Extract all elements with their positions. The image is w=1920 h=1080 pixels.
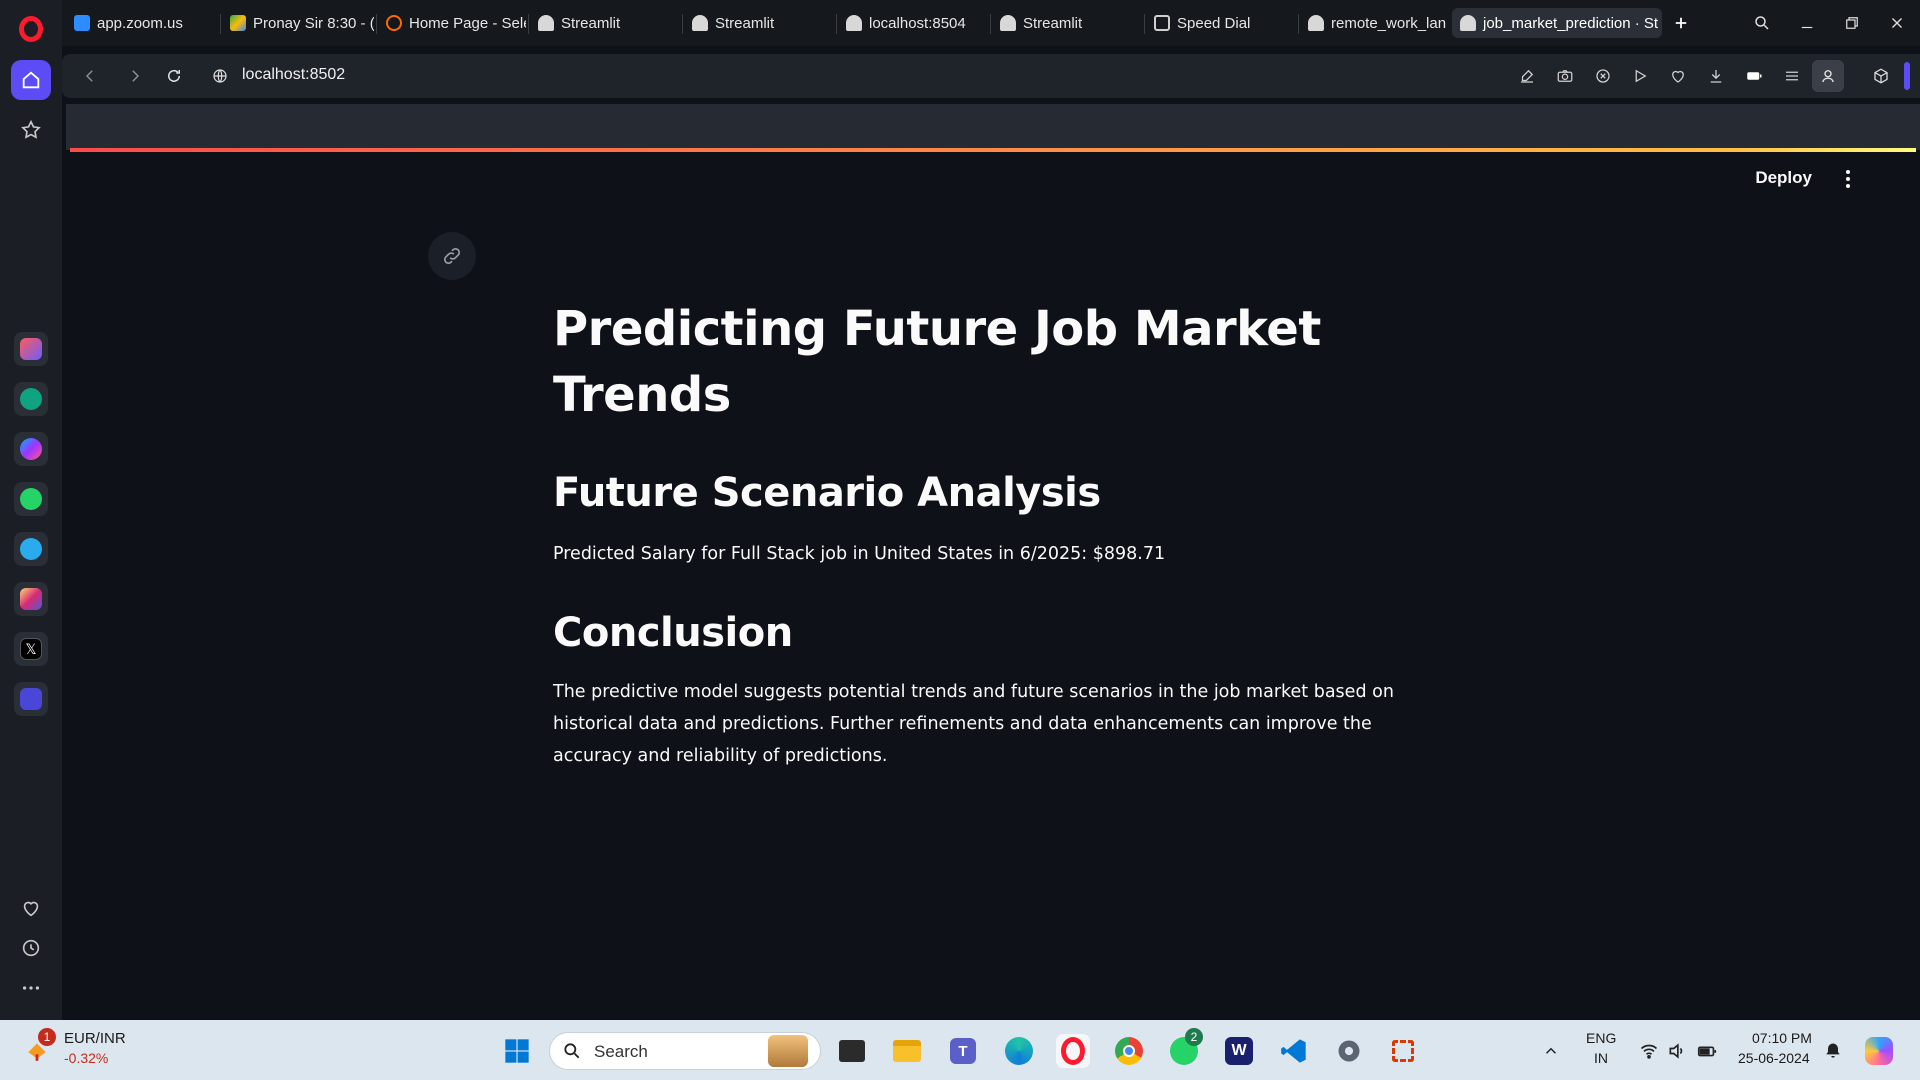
tab-item[interactable]: Streamlit bbox=[684, 8, 834, 38]
tab-strip: app.zoom.us Pronay Sir 8:30 - ( Home Pag… bbox=[62, 0, 1920, 46]
home-icon[interactable] bbox=[11, 60, 51, 100]
aria-ai-icon[interactable] bbox=[14, 332, 48, 366]
opera-logo-icon[interactable] bbox=[19, 16, 43, 42]
tab-item[interactable]: Streamlit bbox=[992, 8, 1142, 38]
messenger-icon[interactable] bbox=[14, 432, 48, 466]
section-heading-future-scenario: Future Scenario Analysis bbox=[553, 470, 1101, 516]
windows-start-icon[interactable] bbox=[500, 1034, 534, 1068]
ticker-name[interactable]: EUR/INR bbox=[64, 1030, 126, 1047]
webex-icon[interactable]: W bbox=[1222, 1034, 1256, 1068]
tab-item-active[interactable]: job_market_prediction · St bbox=[1452, 8, 1662, 38]
easy-setup-icon[interactable] bbox=[1781, 65, 1803, 87]
opera-sidebar: 𝕏 bbox=[0, 0, 62, 1020]
settings-gear-icon[interactable] bbox=[1332, 1034, 1366, 1068]
clock-date: 25-06-2024 bbox=[1738, 1050, 1810, 1066]
url-field[interactable]: localhost:8502 bbox=[242, 66, 345, 84]
file-explorer-icon[interactable] bbox=[890, 1034, 924, 1068]
sidebar-toggle-indicator[interactable] bbox=[1904, 62, 1910, 90]
volume-icon[interactable] bbox=[1664, 1034, 1690, 1068]
whatsapp-badge: 2 bbox=[1185, 1028, 1203, 1046]
profile-avatar-icon[interactable] bbox=[1812, 60, 1844, 92]
notification-bell-icon[interactable] bbox=[1820, 1034, 1846, 1068]
streamlit-favicon-icon bbox=[538, 15, 554, 31]
streamlit-favicon-icon bbox=[692, 15, 708, 31]
zoom-favicon-icon bbox=[74, 15, 90, 31]
language-indicator[interactable]: ENG bbox=[1586, 1030, 1616, 1046]
tab-item[interactable]: Streamlit bbox=[530, 8, 680, 38]
section-heading-conclusion: Conclusion bbox=[553, 610, 793, 656]
tab-search-icon[interactable] bbox=[1749, 10, 1775, 36]
edge-browser-icon[interactable] bbox=[1002, 1034, 1036, 1068]
conclusion-text: The predictive model suggests potential … bbox=[553, 682, 1394, 766]
favorites-heart-icon[interactable] bbox=[11, 888, 51, 928]
windows-taskbar: 1 EUR/INR -0.32% Search T 2 W ENG IN 07:… bbox=[0, 1020, 1920, 1080]
battery-saver-icon[interactable] bbox=[1743, 65, 1765, 87]
snipping-tool-icon[interactable] bbox=[1386, 1034, 1420, 1068]
x-twitter-icon[interactable]: 𝕏 bbox=[14, 632, 48, 666]
clock-time[interactable]: 07:10 PM bbox=[1752, 1030, 1812, 1046]
download-icon[interactable] bbox=[1705, 65, 1727, 87]
streamlit-favicon-icon bbox=[846, 15, 862, 31]
taskbar-search-input[interactable]: Search bbox=[549, 1032, 821, 1070]
drive-favicon-icon bbox=[230, 15, 246, 31]
tab-item[interactable]: Pronay Sir 8:30 - ( bbox=[222, 8, 374, 38]
address-bar: localhost:8502 bbox=[62, 54, 1920, 98]
extensions-cube-icon[interactable] bbox=[1870, 65, 1892, 87]
tab-item[interactable]: remote_work_lan bbox=[1300, 8, 1450, 38]
site-info-globe-icon[interactable] bbox=[208, 64, 232, 88]
more-dots-icon[interactable] bbox=[11, 968, 51, 1008]
teams-icon[interactable]: T bbox=[946, 1034, 980, 1068]
tab-item[interactable]: Speed Dial bbox=[1146, 8, 1296, 38]
task-view-icon[interactable] bbox=[835, 1034, 869, 1068]
forward-arrow-icon[interactable] bbox=[123, 64, 147, 88]
main-content: Predicting Future Job Market Trends Futu… bbox=[553, 296, 1433, 772]
tab-item[interactable]: Home Page - Sele bbox=[378, 8, 526, 38]
whatsapp-icon[interactable] bbox=[14, 482, 48, 516]
tab-item[interactable]: localhost:8504 bbox=[838, 8, 988, 38]
streamlit-header bbox=[66, 104, 1920, 150]
close-window-icon[interactable] bbox=[1884, 10, 1910, 36]
streamlit-favicon-icon bbox=[1308, 15, 1324, 31]
instagram-icon[interactable] bbox=[14, 582, 48, 616]
search-placeholder: Search bbox=[594, 1042, 648, 1061]
adblock-shield-icon[interactable] bbox=[1592, 65, 1614, 87]
copilot-icon[interactable] bbox=[1862, 1034, 1896, 1068]
player-play-icon[interactable] bbox=[1629, 65, 1651, 87]
music-player-icon[interactable] bbox=[14, 682, 48, 716]
streamlit-favicon-icon bbox=[1460, 15, 1476, 31]
my-flow-heart-icon[interactable] bbox=[1667, 65, 1689, 87]
streamlit-favicon-icon bbox=[1000, 15, 1016, 31]
telegram-icon[interactable] bbox=[14, 532, 48, 566]
restore-window-icon[interactable] bbox=[1839, 10, 1865, 36]
back-arrow-icon[interactable] bbox=[78, 64, 102, 88]
speed-dial-grid-icon bbox=[1154, 15, 1170, 31]
ticker-badge: 1 bbox=[38, 1028, 56, 1046]
show-hidden-icons-chevron-icon[interactable] bbox=[1538, 1034, 1564, 1068]
vscode-icon[interactable] bbox=[1277, 1034, 1311, 1068]
page-title: Predicting Future Job Market Trends bbox=[553, 301, 1321, 423]
wifi-icon[interactable] bbox=[1636, 1034, 1662, 1068]
battery-icon[interactable] bbox=[1694, 1034, 1720, 1068]
tab-item[interactable]: app.zoom.us bbox=[66, 8, 216, 38]
deploy-button[interactable]: Deploy bbox=[1755, 168, 1812, 188]
streamlit-decoration-bar bbox=[70, 148, 1916, 152]
search-highlight-image bbox=[768, 1035, 808, 1067]
history-clock-icon[interactable] bbox=[11, 928, 51, 968]
edit-page-icon[interactable] bbox=[1516, 65, 1538, 87]
main-menu-kebab-icon[interactable] bbox=[1840, 170, 1856, 188]
reload-icon[interactable] bbox=[162, 64, 186, 88]
chatgpt-icon[interactable] bbox=[14, 382, 48, 416]
search-icon bbox=[564, 1043, 580, 1059]
language-region: IN bbox=[1594, 1050, 1608, 1066]
bookmarks-star-icon[interactable] bbox=[11, 110, 51, 150]
new-tab-plus-icon[interactable] bbox=[1668, 10, 1694, 36]
ring-favicon-icon bbox=[386, 15, 402, 31]
ticker-change: -0.32% bbox=[64, 1050, 109, 1066]
prediction-text: Predicted Salary for Full Stack job in U… bbox=[553, 544, 1166, 564]
snapshot-camera-icon[interactable] bbox=[1554, 65, 1576, 87]
minimize-icon[interactable] bbox=[1794, 10, 1820, 36]
header-anchor-link-icon[interactable] bbox=[428, 232, 476, 280]
opera-taskbar-icon[interactable] bbox=[1056, 1034, 1090, 1068]
chrome-icon[interactable] bbox=[1112, 1034, 1146, 1068]
